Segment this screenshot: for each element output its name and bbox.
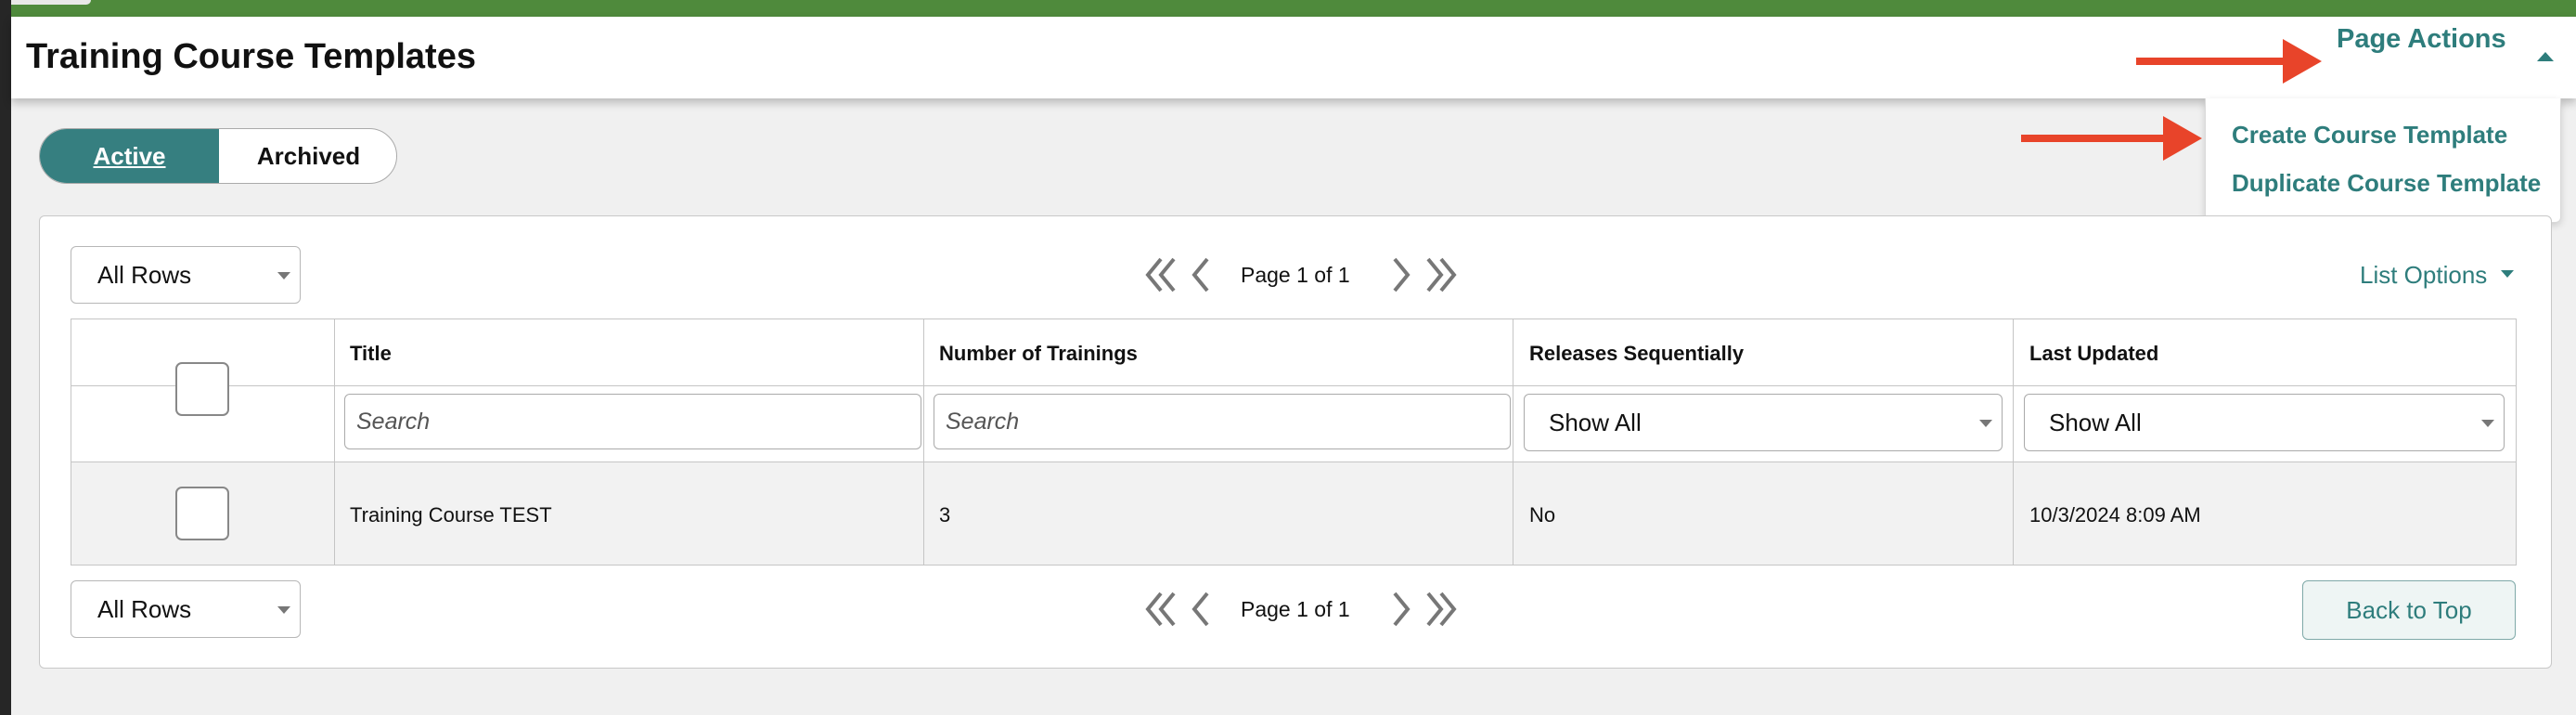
releases-sequentially-filter-select[interactable]: Show All: [1524, 394, 2003, 451]
page-actions-button[interactable]: Page Actions: [2337, 24, 2506, 55]
back-to-top-button[interactable]: Back to Top: [2302, 580, 2516, 640]
tab-active[interactable]: Active: [40, 129, 219, 183]
pagination-top: Page 1 of 1: [40, 246, 2553, 304]
status-toggle: Active Archived: [39, 128, 397, 184]
select-all-checkbox[interactable]: [175, 362, 229, 416]
first-page-icon[interactable]: [1140, 254, 1183, 296]
table-filter-row: Show All Show All: [71, 386, 2516, 462]
duplicate-course-template-item[interactable]: Duplicate Course Template: [2232, 169, 2541, 198]
caret-up-icon[interactable]: [2537, 52, 2554, 61]
page-actions-menu: Create Course Template Duplicate Course …: [2205, 98, 2561, 223]
list-panel: All Rows Page 1 of 1 List Options Title …: [39, 215, 2552, 669]
table-header-row: Title Number of Trainings Releases Seque…: [71, 319, 2516, 386]
next-page-icon[interactable]: [1380, 588, 1423, 630]
chevron-down-icon: [2481, 420, 2494, 427]
last-page-icon[interactable]: [1419, 588, 1462, 630]
previous-page-icon[interactable]: [1181, 588, 1224, 630]
top-tab-edge: [0, 0, 91, 5]
row-last-updated: 10/3/2024 8:09 AM: [2029, 503, 2201, 526]
last-updated-filter-value: Show All: [2049, 408, 2142, 436]
tab-archived[interactable]: Archived: [219, 129, 396, 183]
page-title: Training Course Templates: [26, 37, 476, 76]
chevron-down-icon[interactable]: [2501, 270, 2514, 278]
column-header-releases-sequentially[interactable]: Releases Sequentially: [1529, 342, 1744, 366]
last-page-icon[interactable]: [1419, 254, 1462, 296]
chevron-down-icon: [1979, 420, 1992, 427]
first-page-icon[interactable]: [1140, 588, 1183, 630]
annotation-arrow-icon: [2021, 116, 2202, 161]
top-brand-bar: [0, 0, 2576, 17]
column-divider: [923, 319, 924, 565]
course-templates-table: Title Number of Trainings Releases Seque…: [71, 318, 2517, 566]
releases-filter-value: Show All: [1549, 408, 1642, 436]
create-course-template-item[interactable]: Create Course Template: [2232, 121, 2507, 150]
row-checkbox[interactable]: [175, 487, 229, 540]
table-row[interactable]: Training Course TEST 3 No 10/3/2024 8:09…: [71, 462, 2516, 565]
row-releases-sequentially: No: [1529, 503, 1556, 526]
column-header-last-updated[interactable]: Last Updated: [2029, 342, 2158, 366]
trainings-search-input[interactable]: [934, 394, 1511, 449]
title-search-input[interactable]: [344, 394, 921, 449]
page-indicator: Page 1 of 1: [1241, 263, 1350, 287]
list-options-button[interactable]: List Options: [2360, 261, 2487, 290]
pagination-bottom: Page 1 of 1: [40, 580, 2553, 638]
previous-page-icon[interactable]: [1181, 254, 1224, 296]
last-updated-filter-select[interactable]: Show All: [2024, 394, 2505, 451]
next-page-icon[interactable]: [1380, 254, 1423, 296]
row-number-of-trainings: 3: [939, 503, 951, 526]
column-header-title[interactable]: Title: [350, 342, 392, 366]
page-indicator: Page 1 of 1: [1241, 597, 1350, 621]
row-title[interactable]: Training Course TEST: [350, 503, 552, 527]
column-header-number-of-trainings[interactable]: Number of Trainings: [939, 342, 1138, 366]
left-edge-bar: [0, 0, 11, 715]
column-divider: [2013, 319, 2014, 565]
annotation-arrow-icon: [2136, 39, 2322, 84]
